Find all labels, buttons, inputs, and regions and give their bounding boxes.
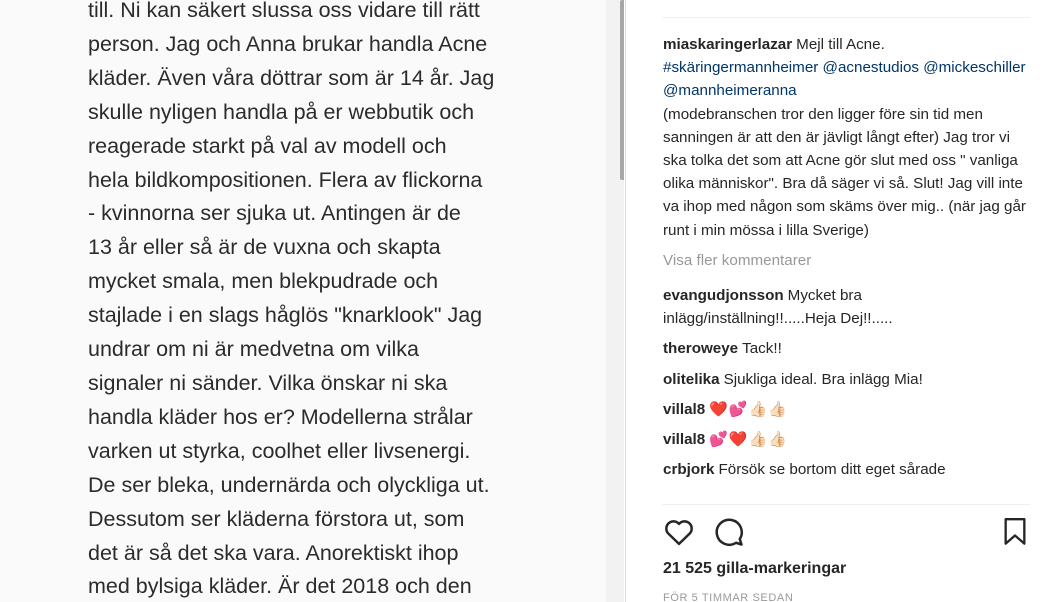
comment-username[interactable]: villal8 [663,431,705,448]
comment-list: miaskaringerlazar Mejl till Acne. #skärin… [663,33,1033,488]
comment: olitelika Sjukliga ideal. Bra inlägg Mia! [663,368,1033,391]
post-image-text: till. Ni kan säkert slussa oss vidare ti… [88,0,558,602]
caption-text: Mejl till Acne. [796,36,885,53]
comment-text: 💕❤️👍🏻👍🏻 [709,431,788,449]
post-text-line: undrar om ni är medvetna om vilka [88,337,420,362]
divider [662,504,1030,505]
post-text-line: till. Ni kan säkert slussa oss vidare ti… [88,0,480,22]
post-text-line: hela bildkompositionen. Flera av flickor… [88,167,483,192]
comment: villal8 💕❤️👍🏻👍🏻 [663,428,1033,451]
divider [662,17,1030,18]
post-text-line: signaler ni sänder. Vilka önskar ni ska [88,370,448,395]
comment-text: Sjukliga ideal. Bra inlägg Mia! [723,370,923,388]
comment: evangudjonsson Mycket bra inlägg/inställn… [663,284,1033,330]
comment-username[interactable]: theroweye [663,340,738,357]
view-more-comments-link[interactable]: Visa fler kommentarer [663,249,1033,272]
comment: crbjork Försök se bortom ditt eget sårade [663,458,1033,481]
post-text-line: Dessutom ser kläderna förstora ut, som [88,506,465,531]
post-text-line: det är så det ska vara. Anorektiskt ihop [88,540,459,565]
caption-username[interactable]: miaskaringerlazar [663,36,792,53]
caption-body: (modebranschen tror den ligger före sin … [663,105,1026,239]
scrollbar-thumb[interactable] [620,0,624,180]
comment: theroweye Tack!! [663,337,1033,360]
action-bar [662,515,1042,555]
speech-bubble-icon[interactable] [712,515,746,549]
post-text-line: varken ut styrka, coolhet eller livsener… [88,438,471,463]
comment-text: Försök se bortom ditt eget sårade [718,461,946,479]
post-text-line: kläder. Även våra döttrar som är 14 år. … [88,65,495,90]
post-image: till. Ni kan säkert slussa oss vidare ti… [0,0,624,602]
caption: miaskaringerlazar Mejl till Acne. #skärin… [663,33,1033,242]
comment-username[interactable]: villal8 [663,401,705,418]
post-text-line: person. Jag och Anna brukar handla Acne [88,31,488,56]
timestamp: FÖR 5 TIMMAR SEDAN [663,592,794,602]
comment-username[interactable]: crbjork [663,461,715,478]
caption-hashtags[interactable]: #skäringermannheimer @acnestudios @micke… [663,59,1026,99]
comment-text: ❤️💕👍🏻👍🏻 [709,400,788,418]
comment-username[interactable]: olitelika [663,371,720,388]
post-text-line: stajlade i en slags håglös "knarklook" J… [88,303,483,328]
post-text-line: handla kläder hos er? Modellerna strålar [88,404,473,429]
comment-username[interactable]: evangudjonsson [663,287,784,304]
post-text-line: 13 år eller så är de vuxna och skapta [88,235,441,260]
post-text-line: med bylsiga kläder. Är det 2018 och den [88,574,472,599]
bookmark-icon[interactable] [998,515,1032,549]
post-text-line: mycket smala, men blekpudrade och [88,269,439,294]
post-text-line: reagerade starkt på val av modell och [88,133,447,158]
post-text-line: skulle nyligen handla på er webbutik och [88,99,475,124]
like-count[interactable]: 21 525 gilla-markeringar [663,560,846,578]
heart-icon[interactable] [662,515,696,549]
post-text-line: - kvinnorna ser sjuka ut. Antingen är de [88,201,461,226]
comment: villal8 ❤️💕👍🏻👍🏻 [663,398,1033,421]
comment-text: Tack!! [742,340,782,358]
post-text-line: De ser bleka, undernärda och olyckliga u… [88,472,490,497]
comments-panel: miaskaringerlazar Mejl till Acne. #skärin… [626,0,1058,602]
